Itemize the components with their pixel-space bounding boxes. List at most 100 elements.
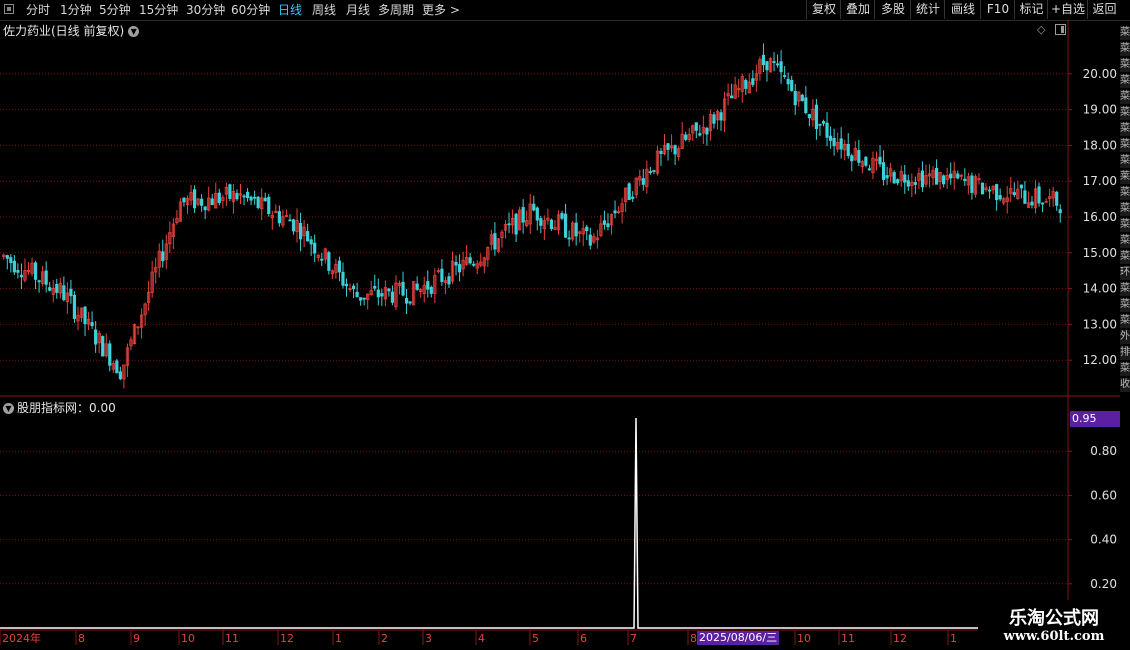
x-axis-label: 8 bbox=[78, 632, 85, 645]
candle-body bbox=[101, 336, 105, 357]
x-axis-label: 11 bbox=[841, 632, 855, 645]
price-tick-label: 16.00 bbox=[1083, 210, 1117, 224]
indicator-panel-title: ▼ 股朋指标网：0.00 bbox=[3, 399, 116, 416]
side-strip-cell: 菜 bbox=[1120, 106, 1130, 120]
x-axis-label: 12 bbox=[280, 632, 294, 645]
candle-body bbox=[648, 171, 652, 173]
candle-body bbox=[249, 196, 253, 201]
indicator-tick-label: 0.80 bbox=[1090, 444, 1117, 458]
candle-body bbox=[1023, 190, 1027, 204]
x-axis-label: 12 bbox=[893, 632, 907, 645]
candle-body bbox=[906, 180, 910, 187]
candle-body bbox=[761, 54, 766, 66]
chevron-down-icon[interactable]: ▼ bbox=[128, 26, 140, 37]
side-strip-cell: 菜 bbox=[1120, 122, 1130, 136]
candle-body bbox=[987, 189, 992, 192]
x-axis-label: 9 bbox=[133, 632, 140, 645]
candle-body bbox=[705, 127, 709, 135]
side-strip-cell: 菜 bbox=[1120, 90, 1130, 104]
candle-body bbox=[549, 219, 554, 229]
candle-body bbox=[320, 258, 324, 261]
side-strip-cell: 菜 bbox=[1120, 154, 1130, 168]
x-axis-label: 10 bbox=[181, 632, 195, 645]
candle-body bbox=[881, 162, 886, 180]
candle-body bbox=[376, 289, 380, 298]
candle-body bbox=[313, 242, 317, 254]
candle-body bbox=[108, 343, 112, 366]
candle-body bbox=[641, 178, 645, 185]
side-strip-cell: 菜 bbox=[1120, 202, 1130, 216]
candle-body bbox=[44, 270, 48, 285]
candle-body bbox=[277, 211, 281, 224]
candle-body bbox=[712, 114, 716, 124]
candle-body bbox=[521, 207, 525, 223]
candle-body bbox=[602, 220, 607, 225]
side-strip-cell: 收 bbox=[1120, 378, 1130, 392]
candle-body bbox=[242, 195, 246, 198]
candle-body bbox=[203, 206, 207, 211]
indicator-tick-label: 0.20 bbox=[1090, 577, 1117, 591]
candle-body bbox=[426, 281, 430, 290]
x-axis-label: 4 bbox=[478, 632, 485, 645]
side-strip-cell: 莱 bbox=[1120, 170, 1130, 184]
chevron-down-icon[interactable]: ▼ bbox=[3, 403, 14, 414]
candle-body bbox=[744, 79, 748, 89]
candle-body bbox=[1012, 192, 1016, 196]
candle-body bbox=[327, 252, 331, 271]
x-axis-label: 3 bbox=[425, 632, 432, 645]
x-axis-label: 7 bbox=[630, 632, 637, 645]
candle-body bbox=[606, 223, 610, 228]
x-axis-label: 1 bbox=[335, 632, 342, 645]
candle-body bbox=[878, 156, 882, 165]
candle-body bbox=[1030, 201, 1034, 206]
candle-body bbox=[355, 291, 359, 298]
indicator-line bbox=[0, 418, 1068, 629]
candle-body bbox=[934, 167, 939, 185]
side-strip-cell: 外 bbox=[1120, 330, 1130, 344]
candle-body bbox=[468, 257, 472, 264]
diamond-icon[interactable]: ◇ bbox=[1037, 23, 1045, 36]
x-axis-label: 6 bbox=[580, 632, 587, 645]
candle-body bbox=[493, 233, 497, 250]
candle-body bbox=[408, 301, 412, 304]
candle-body bbox=[37, 280, 41, 283]
candle-body bbox=[832, 138, 836, 147]
candle-body bbox=[115, 360, 119, 374]
kline-chart: 20.00 19.00 18.00 17.00 16.00 15.00 14.00 13.00… bbox=[0, 20, 1120, 645]
candle-body bbox=[751, 78, 755, 85]
candle-body bbox=[33, 262, 38, 280]
side-strip-cell: 菜 bbox=[1120, 282, 1130, 296]
candle-body bbox=[850, 155, 854, 162]
stock-name-label: 佐力药业(日线 前复权) bbox=[3, 24, 125, 38]
window-layout-icon[interactable] bbox=[1055, 24, 1066, 35]
candle-body bbox=[790, 79, 794, 92]
side-strip-cell: 菜 bbox=[1120, 186, 1130, 200]
candle-body bbox=[337, 260, 342, 273]
candle-body bbox=[652, 170, 656, 172]
candle-body bbox=[192, 189, 197, 209]
candle-body bbox=[719, 112, 723, 121]
side-strip-cell: 菜 bbox=[1120, 74, 1130, 88]
candle-body bbox=[373, 285, 377, 289]
candle-body bbox=[351, 285, 356, 290]
candle-body bbox=[1019, 184, 1023, 189]
indicator-tick-label: 0.40 bbox=[1090, 533, 1117, 547]
candle-body bbox=[539, 218, 543, 226]
price-tick-label: 18.00 bbox=[1083, 138, 1117, 152]
candle-body bbox=[585, 226, 589, 232]
candle-body bbox=[19, 274, 24, 278]
candle-body bbox=[800, 94, 804, 102]
x-axis-label: 10 bbox=[797, 632, 811, 645]
x-axis-label: 1 bbox=[950, 632, 957, 645]
candle-body bbox=[235, 192, 239, 200]
x-axis-label: 2024年 bbox=[2, 631, 41, 645]
candle-body bbox=[892, 172, 896, 184]
candle-body bbox=[684, 134, 688, 140]
side-strip-cell: 菜 bbox=[1120, 218, 1130, 232]
candle-body bbox=[440, 268, 444, 282]
candle-body bbox=[72, 294, 77, 319]
side-strip-cell: 菜 bbox=[1120, 138, 1130, 152]
candle-body bbox=[821, 121, 826, 124]
price-tick-label: 14.00 bbox=[1083, 282, 1117, 296]
candle-body bbox=[627, 183, 631, 201]
